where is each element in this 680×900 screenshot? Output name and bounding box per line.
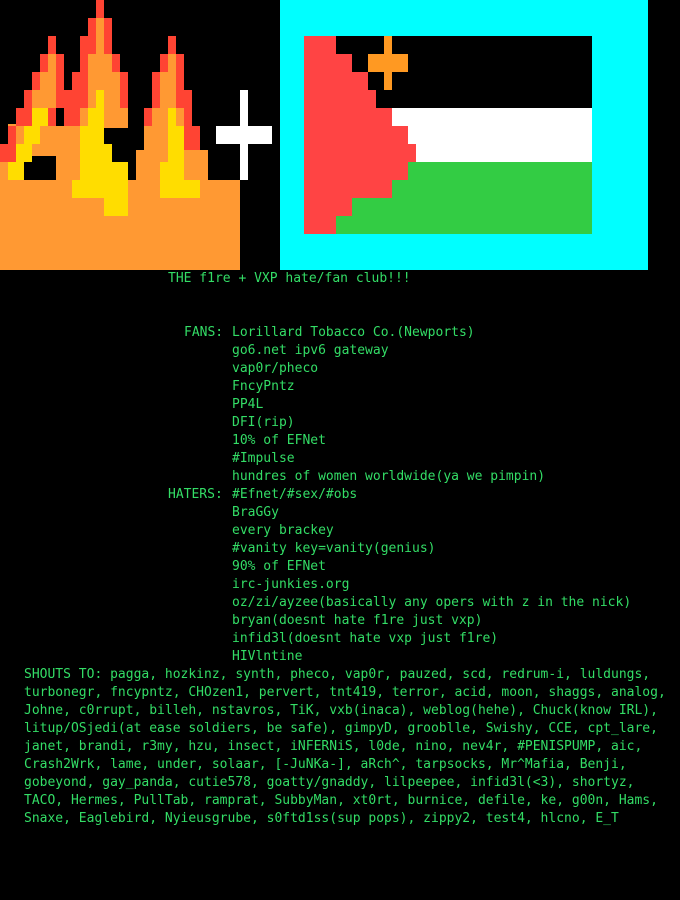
pixel-flag-with-cross-icon — [280, 0, 648, 270]
list-item: #Efnet/#sex/#obs — [232, 487, 358, 502]
list-item: 90% of EFNet — [232, 559, 326, 574]
shouts-line: janet, brandi, r3my, hzu, insect, iNFERN… — [24, 739, 643, 754]
page-title: THE f1re + VXP hate/fan club!!! — [168, 271, 411, 286]
haters-label: HATERS: — [168, 487, 223, 502]
list-item: FncyPntz — [232, 379, 295, 394]
list-item: hundres of women worldwide(ya we pimpin) — [232, 469, 546, 484]
shouts-line: Crash2Wrk, lame, under, solaar, [-JuNKa-… — [24, 757, 627, 772]
list-item: infid3l(doesnt hate vxp just f1re) — [232, 631, 499, 646]
shouts-line: litup/OSjedi(at ease soldiers, be safe),… — [24, 721, 658, 736]
list-item: oz/zi/ayzee(basically any opers with z i… — [232, 595, 632, 610]
shouts-line: gobeyond, gay_panda, cutie578, goatty/gn… — [24, 775, 635, 790]
list-item: 10% of EFNet — [232, 433, 326, 448]
list-item: go6.net ipv6 gateway — [232, 343, 389, 358]
list-item: HIVlntine — [232, 649, 303, 664]
plus-icon — [216, 90, 272, 180]
shouts-line: SHOUTS TO: pagga, hozkinz, synth, pheco,… — [24, 667, 651, 682]
list-item: #Impulse — [232, 451, 295, 466]
list-item: DFI(rip) — [232, 415, 295, 430]
pixel-flames-icon — [0, 0, 240, 270]
list-item: Lorillard Tobacco Co.(Newports) — [232, 325, 475, 340]
list-item: bryan(doesnt hate f1re just vxp) — [232, 613, 483, 628]
list-item: PP4L — [232, 397, 264, 412]
haters-list: #Efnet/#sex/#obs BraGGy every brackey #v… — [232, 486, 631, 666]
shouts-block: SHOUTS TO: pagga, hozkinz, synth, pheco,… — [24, 666, 680, 828]
list-item: every brackey — [232, 523, 334, 538]
shouts-line: turbonegr, fncypntz, CHOzen1, pervert, t… — [24, 685, 666, 700]
banner — [0, 0, 680, 270]
fans-list: Lorillard Tobacco Co.(Newports) go6.net … — [232, 324, 545, 486]
list-item: vap0r/pheco — [232, 361, 319, 376]
list-item: BraGGy — [232, 505, 279, 520]
shouts-line: Snaxe, Eaglebird, Nyieusgrube, s0ftd1ss(… — [24, 811, 619, 826]
fans-label: FANS: — [184, 325, 224, 340]
shouts-line: TACO, Hermes, PullTab, ramprat, SubbyMan… — [24, 793, 658, 808]
shouts-line: Johne, c0rrupt, billeh, nstavros, TiK, v… — [24, 703, 658, 718]
list-item: irc-junkies.org — [232, 577, 350, 592]
list-item: #vanity key=vanity(genius) — [232, 541, 436, 556]
